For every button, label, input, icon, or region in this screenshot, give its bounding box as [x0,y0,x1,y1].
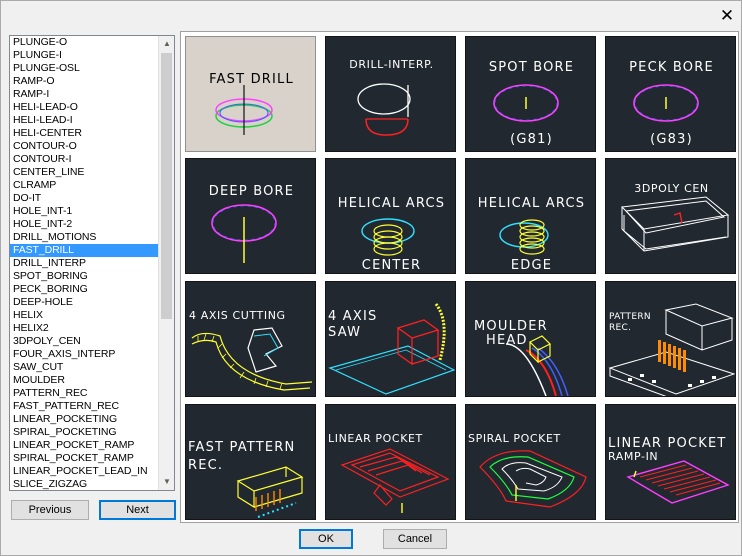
list-item[interactable]: HELI-CENTER [10,127,158,140]
motion-preview-grid: FAST DRILL DRILL-INTERP. SPOT BORE (G81) [180,31,739,523]
drill-interp-graphic [357,83,411,136]
motion-listbox[interactable]: PLUNGE-O PLUNGE-I PLUNGE-OSL RAMP-O RAMP-I HE… [9,35,175,491]
list-item[interactable]: PLUNGE-I [10,49,158,62]
list-item[interactable]: SAW_CUT [10,361,158,374]
peck-bore-graphic [633,84,699,122]
tile-linear-pocket-ramp-in[interactable]: LINEAR POCKET RAMP-IN [605,404,736,520]
ok-button[interactable]: OK [299,529,353,549]
helical-edge-graphic [499,219,549,255]
tile-3dpoly-cen[interactable]: 3DPOLY CEN [605,158,736,274]
helical-center-graphic [361,218,415,256]
3dpoly-cen-graphic [620,196,730,252]
list-item[interactable]: HELI-LEAD-O [10,101,158,114]
list-item[interactable]: FOUR_AXIS_INTERP [10,348,158,361]
spiral-pocket-graphic [479,450,587,508]
fast-pattern-rec-graphic [236,466,304,518]
list-item[interactable]: LINEAR_POCKET_LEAD_IN [10,465,158,478]
list-scrollbar[interactable]: ▲ ▼ [158,36,174,490]
tile-drill-interp[interactable]: DRILL-INTERP. [325,36,456,152]
moulder-head-graphic [505,335,569,396]
list-item[interactable]: SPOT_BORING [10,270,158,283]
tile-moulder-head[interactable]: MOULDER HEAD [465,281,596,397]
list-item[interactable]: DEEP-HOLE [10,296,158,309]
list-item[interactable]: PLUNGE-OSL [10,62,158,75]
tile-4-axis-saw[interactable]: 4 AXIS SAW [325,281,456,397]
list-item[interactable]: DRILL_INTERP [10,257,158,270]
list-item[interactable]: HOLE_INT-1 [10,205,158,218]
list-item[interactable]: SPIRAL_POCKETING [10,426,158,439]
motion-list-items: PLUNGE-O PLUNGE-I PLUNGE-OSL RAMP-O RAMP-I HE… [10,36,158,490]
list-item[interactable]: PATTERN_REC [10,387,158,400]
previous-button[interactable]: Previous [11,500,89,520]
list-item[interactable]: CENTER_LINE [10,166,158,179]
scroll-down-arrow-icon[interactable]: ▼ [159,474,174,490]
list-item[interactable]: HELIX [10,309,158,322]
list-item[interactable]: PLUNGE-O [10,36,158,49]
next-button[interactable]: Next [99,500,176,520]
list-item[interactable]: RAMP-O [10,75,158,88]
list-item[interactable]: HELI-LEAD-I [10,114,158,127]
tile-spiral-pocket[interactable]: SPIRAL POCKET [465,404,596,520]
tile-spot-bore[interactable]: SPOT BORE (G81) [465,36,596,152]
tile-helical-arcs-edge[interactable]: HELICAL ARCS EDGE [465,158,596,274]
fast-drill-graphic [215,85,273,135]
list-item[interactable]: RAMP-I [10,88,158,101]
tile-deep-bore[interactable]: DEEP BORE [185,158,316,274]
list-item[interactable]: HOLE_INT-2 [10,218,158,231]
tile-peck-bore[interactable]: PECK BORE (G83) [605,36,736,152]
scroll-thumb[interactable] [161,53,172,319]
tile-helical-arcs-center[interactable]: HELICAL ARCS CENTER [325,158,456,274]
tile-pattern-rec[interactable]: PATTERN REC. [605,281,736,397]
list-item[interactable]: LINEAR_POCKETING [10,413,158,426]
deep-bore-graphic [211,204,277,263]
list-item[interactable]: SLICE_ZIGZAG [10,478,158,490]
list-item[interactable]: CONTOUR-I [10,153,158,166]
tile-fast-pattern-rec[interactable]: FAST PATTERN REC. [185,404,316,520]
linear-pocket-graphic [340,448,450,513]
list-item[interactable]: DO-IT [10,192,158,205]
list-item[interactable]: FAST_DRILL [10,244,158,257]
cancel-button[interactable]: Cancel [383,529,447,549]
scroll-up-arrow-icon[interactable]: ▲ [159,36,174,52]
list-item[interactable]: SPIRAL_POCKET_RAMP [10,452,158,465]
list-item[interactable]: FAST_PATTERN_REC [10,400,158,413]
tool-motion-dialog: ✕ PLUNGE-O PLUNGE-I PLUNGE-OSL RAMP-O RAMP-I… [0,0,742,556]
list-item[interactable]: PECK_BORING [10,283,158,296]
list-item[interactable]: CONTOUR-O [10,140,158,153]
list-item[interactable]: DRILL_MOTIONS [10,231,158,244]
list-item[interactable]: MOULDER [10,374,158,387]
tile-linear-pocket[interactable]: LINEAR POCKET [325,404,456,520]
4-axis-saw-graphic [328,303,455,395]
spot-bore-graphic [493,84,559,122]
list-item[interactable]: LINEAR_POCKET_RAMP [10,439,158,452]
pattern-rec-graphic [608,303,735,396]
list-item[interactable]: CLRAMP [10,179,158,192]
list-item[interactable]: HELIX2 [10,322,158,335]
4-axis-cutting-graphic [191,327,313,391]
tile-fast-drill[interactable]: FAST DRILL [185,36,316,152]
tile-4-axis-cutting[interactable]: 4 AXIS CUTTING [185,281,316,397]
linear-pocket-ramp-graphic [626,460,730,504]
list-item[interactable]: 3DPOLY_CEN [10,335,158,348]
close-icon[interactable]: ✕ [715,5,739,27]
